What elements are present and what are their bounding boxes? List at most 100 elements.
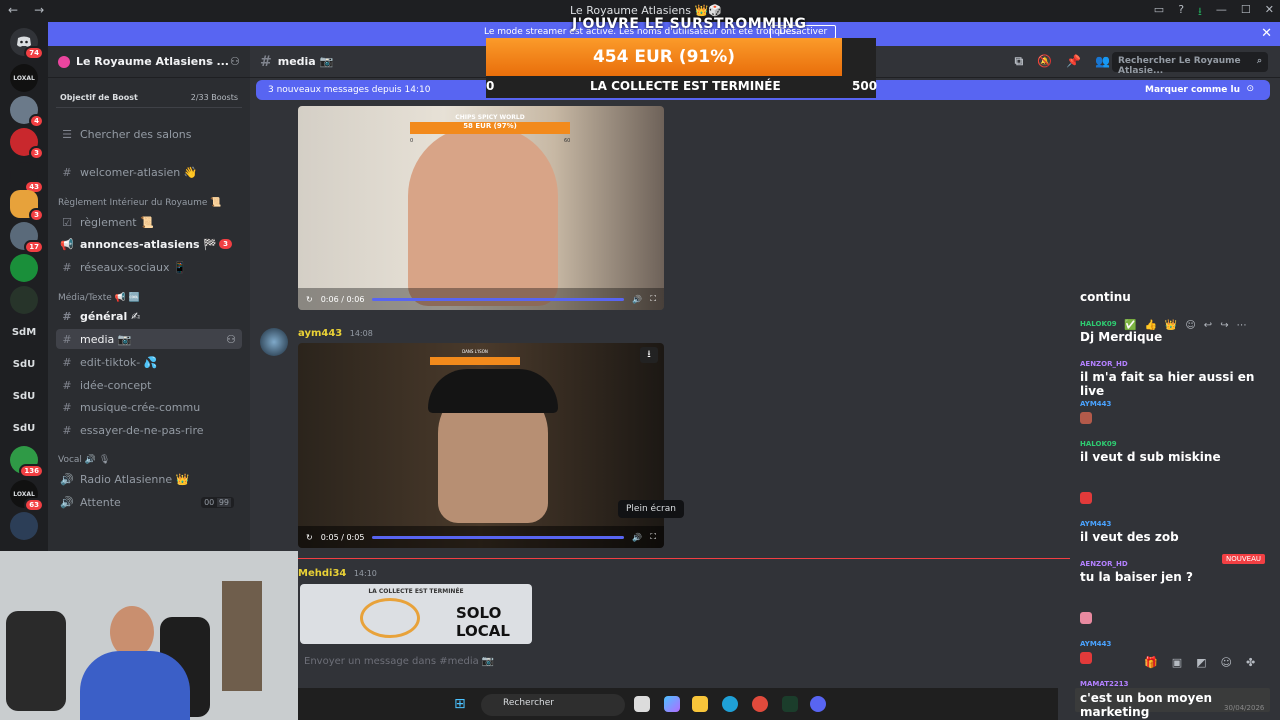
download-icon[interactable]: ⭳: [640, 347, 658, 363]
pin-icon[interactable]: 📌: [1066, 54, 1081, 69]
avatar[interactable]: [260, 328, 288, 356]
chat-emote: [1080, 612, 1092, 624]
server-icon[interactable]: [10, 286, 38, 314]
inbox-icon[interactable]: ▭: [1154, 3, 1164, 22]
discord-home-icon[interactable]: 74: [10, 28, 44, 60]
copilot-icon[interactable]: [664, 696, 680, 712]
channel-essayer[interactable]: # essayer-de-ne-pas-rire: [56, 420, 242, 440]
message-author[interactable]: Mehdi34: [298, 568, 346, 579]
check-emoji-icon[interactable]: ✅: [1124, 320, 1136, 331]
add-member-icon[interactable]: ⚇: [226, 333, 236, 346]
edge-icon[interactable]: [722, 696, 738, 712]
server-icon-active[interactable]: 3: [10, 190, 44, 222]
server-icon[interactable]: [10, 512, 38, 540]
apps-icon[interactable]: ✤: [1246, 656, 1255, 669]
channel-welcomer[interactable]: # welcomer-atlasien 👋: [56, 162, 242, 182]
download-icon[interactable]: ⭳: [1198, 3, 1202, 22]
close-icon[interactable]: ✕: [1265, 3, 1274, 22]
message-author[interactable]: aym443: [298, 328, 342, 339]
windows-start-icon[interactable]: ⊞: [454, 696, 466, 712]
channel-title: media 📷: [277, 55, 334, 68]
channel-media[interactable]: # media 📷 ⚇: [56, 329, 242, 349]
add-reaction-icon[interactable]: ☺: [1185, 320, 1195, 331]
embed-line2: LOCAL: [456, 622, 510, 640]
speaker-icon: 🔊: [60, 495, 74, 509]
video-player[interactable]: DANS L'ISON ⭳ ↻ 0:05 / 0:05 🔊 ⛶: [298, 343, 664, 548]
replay-icon[interactable]: ↻: [306, 295, 313, 304]
message-input[interactable]: Envoyer un message dans #media 📷: [298, 652, 1072, 674]
gift-icon[interactable]: 🎁: [1144, 656, 1158, 669]
task-view-icon[interactable]: [634, 696, 650, 712]
thumbs-up-icon[interactable]: 👍: [1144, 320, 1156, 331]
file-explorer-icon[interactable]: [692, 696, 708, 712]
channel-annonces[interactable]: 📢 annonces-atlasiens 🏁 3: [56, 234, 242, 254]
more-icon[interactable]: ⋯: [1237, 320, 1247, 331]
add-member-icon[interactable]: ⚇: [230, 55, 240, 68]
boost-label: Objectif de Boost: [60, 93, 138, 102]
category-vocal[interactable]: Vocal 🔊 🎙: [58, 455, 110, 465]
volume-icon[interactable]: 🔊: [632, 295, 642, 304]
search-input[interactable]: Rechercher Le Royaume Atlasie... ⌕: [1112, 52, 1268, 76]
channel-general[interactable]: # général ✍: [56, 306, 242, 326]
channel-label: réseaux-sociaux 📱: [80, 260, 187, 274]
video-player[interactable]: CHIPS SPICY WORLD 58 EUR (97%) 0 60 ↻ 0:…: [298, 106, 664, 310]
voice-channel-radio[interactable]: 🔊 Radio Atlasienne 👑: [56, 469, 242, 489]
gif-icon[interactable]: ▣: [1172, 656, 1182, 669]
channel-reglement[interactable]: ☑ règlement 📜: [56, 212, 242, 232]
sticker-icon[interactable]: ◩: [1196, 656, 1206, 669]
mark-read-icon[interactable]: ⊙: [1246, 84, 1254, 94]
category-media[interactable]: Média/Texte 📢 🆒: [58, 293, 140, 303]
server-icon-sdu[interactable]: SdU: [10, 350, 38, 378]
chrome-icon[interactable]: [752, 696, 768, 712]
boost-goal[interactable]: Objectif de Boost 2/33 Boosts: [56, 88, 242, 108]
server-icon-sdu[interactable]: SdU: [10, 414, 38, 442]
app-icon[interactable]: [782, 696, 798, 712]
back-arrow-icon[interactable]: ←: [8, 3, 18, 17]
server-icon[interactable]: 136: [10, 446, 44, 478]
fullscreen-tooltip: Plein écran: [618, 500, 684, 518]
channel-reseaux[interactable]: # réseaux-sociaux 📱: [56, 257, 242, 277]
mute-bell-icon[interactable]: 🔕: [1037, 54, 1052, 69]
search-channels[interactable]: ☰ Chercher des salons: [56, 124, 242, 144]
reaction-icon[interactable]: 👑: [1165, 320, 1177, 331]
member-list-icon[interactable]: 👥: [1095, 54, 1110, 69]
webcam-door: [222, 581, 262, 691]
image-embed[interactable]: LA COLLECTE EST TERMINÉE SOLO LOCAL: [300, 584, 532, 644]
threads-icon[interactable]: ⧉: [1015, 54, 1024, 69]
video-progress-bar[interactable]: [372, 297, 625, 301]
maximize-icon[interactable]: ☐: [1241, 3, 1251, 22]
video-person: [408, 126, 558, 306]
taskbar-search[interactable]: Rechercher: [481, 694, 625, 716]
fullscreen-icon[interactable]: ⛶: [650, 294, 656, 304]
server-icon-sdu[interactable]: SdU: [10, 382, 38, 410]
boost-count: 2/33 Boosts: [190, 93, 238, 102]
server-icon[interactable]: [10, 254, 38, 282]
server-icon-loxal[interactable]: LOXAL 63: [10, 480, 44, 512]
server-icon[interactable]: 3: [10, 128, 44, 160]
close-banner-icon[interactable]: ✕: [1261, 26, 1272, 41]
replay-icon[interactable]: ↻: [306, 533, 313, 542]
channel-edit-tiktok[interactable]: # edit-tiktok- 💦: [56, 352, 242, 372]
emoji-icon[interactable]: ☺: [1221, 656, 1232, 669]
forward-arrow-icon[interactable]: →: [34, 3, 44, 17]
server-icon[interactable]: 43: [10, 162, 44, 194]
video-progress-bar[interactable]: [372, 535, 625, 539]
discord-icon[interactable]: [810, 696, 826, 712]
server-icon[interactable]: 4: [10, 96, 44, 128]
server-icon-loxal[interactable]: LOXAL: [10, 64, 38, 92]
mark-as-read-button[interactable]: Marquer comme lu: [1145, 85, 1240, 95]
voice-channel-attente[interactable]: 🔊 Attente 00 99: [56, 492, 242, 512]
server-icon[interactable]: 17: [10, 222, 44, 254]
fullscreen-icon[interactable]: ⛶: [650, 532, 656, 542]
server-icon-sdm[interactable]: SdM: [10, 318, 38, 346]
chat-username: HALOK09: [1080, 320, 1117, 328]
volume-icon[interactable]: 🔊: [632, 533, 642, 542]
server-header[interactable]: Le Royaume Atlasiens ... ⌄ ⚇: [48, 46, 250, 78]
help-icon[interactable]: ?: [1178, 3, 1184, 22]
category-rules[interactable]: Règlement Intérieur du Royaume 📜: [58, 198, 222, 208]
reply-icon[interactable]: ↩: [1204, 320, 1212, 331]
channel-musique[interactable]: # musique-crée-commu: [56, 397, 242, 417]
channel-idee[interactable]: # idée-concept: [56, 375, 242, 395]
forward-icon[interactable]: ↪: [1220, 320, 1228, 331]
minimize-icon[interactable]: —: [1216, 3, 1227, 22]
